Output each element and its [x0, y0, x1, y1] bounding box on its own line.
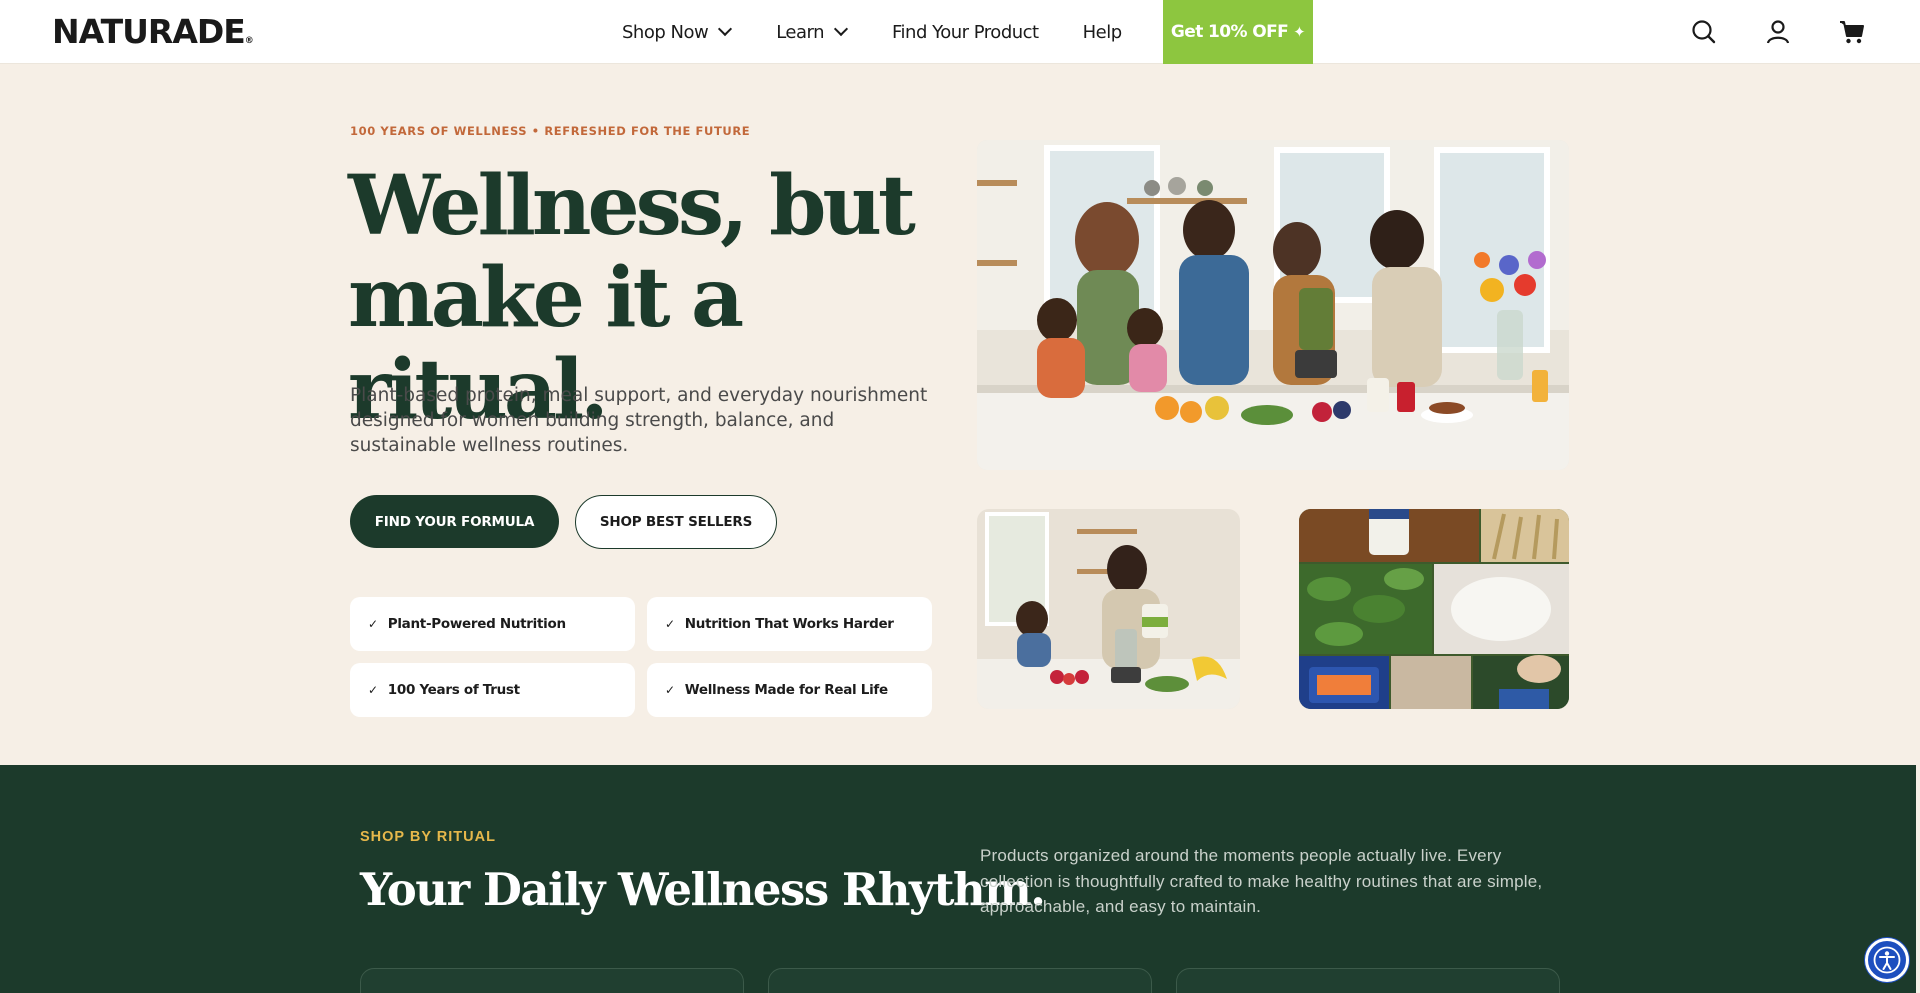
nav-find-your-product[interactable]: Find Your Product [892, 22, 1039, 43]
find-your-formula-button[interactable]: FIND YOUR FORMULA [350, 495, 559, 548]
feature-badge: ✓ 100 Years of Trust [350, 663, 635, 717]
search-icon[interactable] [1690, 18, 1718, 46]
shop-by-ritual-section: SHOP BY RITUAL Your Daily Wellness Rhyth… [0, 765, 1916, 993]
nav-learn[interactable]: Learn [776, 21, 849, 43]
hero-subtitle: Plant-based protein, meal support, and e… [350, 385, 928, 456]
promo-label: Get 10% OFF [1170, 22, 1289, 42]
feature-badge: ✓ Nutrition That Works Harder [647, 597, 932, 651]
feature-label: Nutrition That Works Harder [684, 616, 894, 632]
ritual-card[interactable] [1176, 968, 1560, 993]
cart-icon[interactable] [1838, 18, 1866, 46]
ritual-title: Your Daily Wellness Rhythm. [360, 863, 1046, 916]
check-icon: ✓ [665, 683, 675, 697]
feature-label: Plant-Powered Nutrition [387, 616, 566, 632]
check-icon: ✓ [368, 683, 378, 697]
hero-family-kitchen-photo [977, 140, 1569, 470]
nav-shop-now[interactable]: Shop Now [622, 21, 733, 43]
chevron-down-icon [833, 21, 849, 37]
nav-learn-label: Learn [776, 21, 825, 43]
nav-help[interactable]: Help [1083, 22, 1123, 43]
promo-discount-button[interactable]: Get 10% OFF ✦ [1163, 0, 1313, 64]
feature-label: 100 Years of Trust [387, 682, 520, 698]
hero-eyebrow: 100 YEARS OF WELLNESS • REFRESHED FOR TH… [350, 124, 751, 138]
chevron-down-icon [718, 21, 733, 37]
dad-daughter-smoothie-photo [977, 509, 1240, 709]
check-icon: ✓ [665, 617, 675, 631]
naturade-logo[interactable]: NATURADE® [52, 12, 254, 61]
ritual-card[interactable] [768, 968, 1152, 993]
feature-badge: ✓ Plant-Powered Nutrition [350, 597, 635, 651]
sparkle-icon: ✦ [1293, 23, 1306, 41]
accessibility-icon[interactable] [1865, 938, 1909, 982]
nav-shop-now-label: Shop Now [622, 21, 709, 43]
main-nav: Shop Now Learn Find Your Product Help [604, 0, 1122, 64]
check-icon: ✓ [368, 617, 378, 631]
ritual-description: Products organized around the moments pe… [980, 846, 1543, 916]
account-icon[interactable] [1764, 18, 1792, 46]
feature-badge: ✓ Wellness Made for Real Life [647, 663, 932, 717]
ritual-eyebrow: SHOP BY RITUAL [360, 829, 496, 845]
site-header: NATURADE® Shop Now Learn Find Your Produ… [0, 0, 1920, 64]
ritual-card[interactable] [360, 968, 744, 993]
feature-label: Wellness Made for Real Life [684, 682, 888, 698]
ingredient-collage-photo [1299, 509, 1569, 709]
shop-best-sellers-button[interactable]: SHOP BEST SELLERS [575, 495, 777, 549]
